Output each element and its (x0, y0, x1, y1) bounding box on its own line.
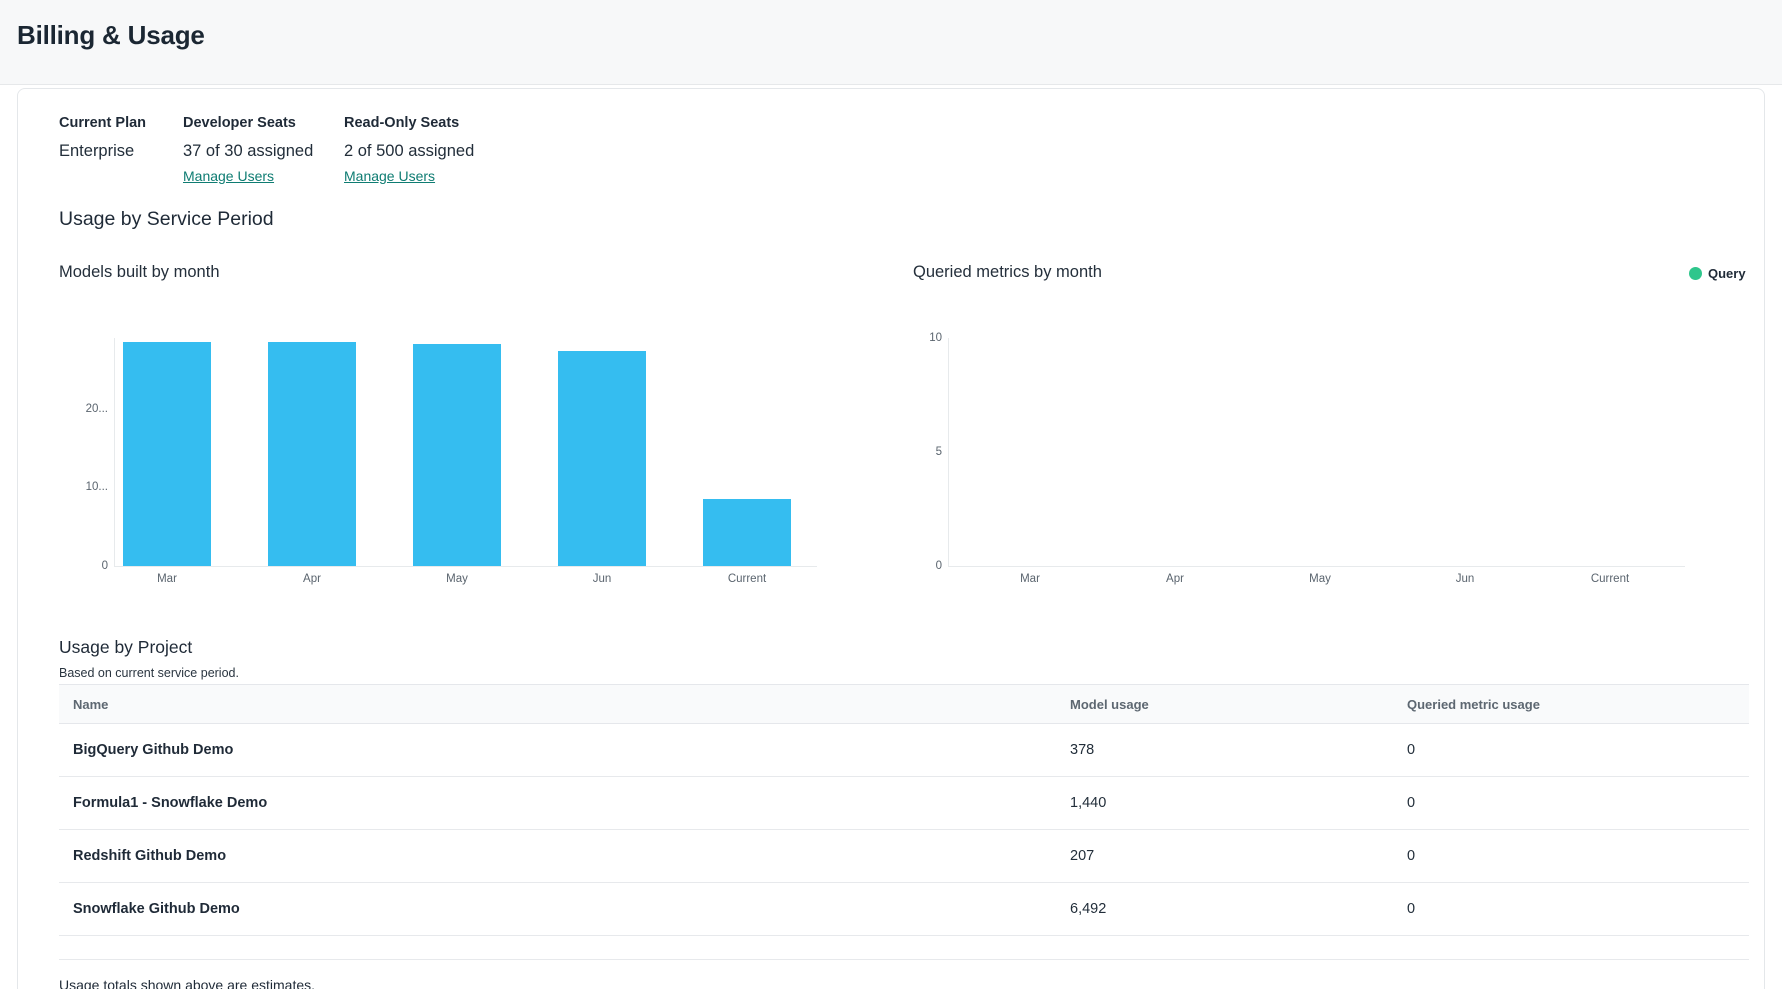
legend-query-label: Query (1708, 266, 1746, 281)
y-axis-tick-label: 10 (896, 330, 942, 346)
queried-metric-usage-value: 0 (1407, 795, 1735, 811)
project-name: Redshift Github Demo (59, 848, 1070, 864)
bar-jun (558, 351, 646, 566)
developer-seats-label: Developer Seats (183, 115, 313, 131)
current-plan-value: Enterprise (59, 142, 146, 161)
read-only-seats-label: Read-Only Seats (344, 115, 474, 131)
usage-by-project-title: Usage by Project (59, 637, 192, 658)
usage-by-project-subtitle: Based on current service period. (59, 666, 239, 680)
table-row: Formula1 - Snowflake Demo 1,440 0 (59, 777, 1749, 830)
page-header: Billing & Usage (0, 0, 1782, 85)
usage-by-project-table: Name Model usage Queried metric usage Bi… (59, 684, 1749, 960)
x-axis-tick-label: May (417, 573, 497, 585)
page-title: Billing & Usage (17, 20, 205, 51)
models-built-chart-title: Models built by month (59, 263, 220, 282)
x-axis-tick-label: Apr (1135, 573, 1215, 585)
project-name: Formula1 - Snowflake Demo (59, 795, 1070, 811)
model-usage-value: 1,440 (1070, 795, 1407, 811)
model-usage-value: 6,492 (1070, 901, 1407, 917)
manage-users-link-readonly[interactable]: Manage Users (344, 168, 435, 184)
model-usage-value: 207 (1070, 848, 1407, 864)
y-axis-tick-label: 0 (62, 558, 108, 574)
read-only-seats-value: 2 of 500 assigned (344, 142, 474, 161)
manage-users-link-developer[interactable]: Manage Users (183, 168, 274, 184)
billing-card: Current Plan Enterprise Developer Seats … (17, 88, 1765, 989)
bar-may (413, 344, 501, 566)
column-header-queried-metric-usage: Queried metric usage (1407, 697, 1735, 712)
project-name: BigQuery Github Demo (59, 742, 1070, 758)
legend-dot-icon (1689, 267, 1702, 280)
queried-metric-usage-value: 0 (1407, 742, 1735, 758)
table-header-row: Name Model usage Queried metric usage (59, 684, 1749, 724)
table-row: Redshift Github Demo 207 0 (59, 830, 1749, 883)
model-usage-value: 378 (1070, 742, 1407, 758)
y-axis-tick-label: 10... (62, 479, 108, 495)
developer-seats-column: Developer Seats 37 of 30 assigned Manage… (183, 115, 313, 186)
x-axis-tick-label: Mar (127, 573, 207, 585)
developer-seats-value: 37 of 30 assigned (183, 142, 313, 161)
bar-mar (123, 342, 211, 566)
y-axis-tick-label: 0 (896, 558, 942, 574)
x-axis-tick-label: Apr (272, 573, 352, 585)
table-row: BigQuery Github Demo 378 0 (59, 724, 1749, 777)
x-axis-tick-label: Jun (562, 573, 642, 585)
queried-metrics-chart-title: Queried metrics by month (913, 263, 1102, 282)
billing-usage-page: Billing & Usage Current Plan Enterprise … (0, 0, 1782, 989)
project-name: Snowflake Github Demo (59, 901, 1070, 917)
queried-metric-usage-value: 0 (1407, 901, 1735, 917)
y-axis-tick-label: 5 (896, 444, 942, 460)
usage-by-service-period-title: Usage by Service Period (59, 208, 274, 231)
queried-metrics-chart: 0510MarAprMayJunCurrent (948, 338, 1685, 567)
current-plan-column: Current Plan Enterprise (59, 115, 146, 161)
column-header-name: Name (59, 697, 1070, 712)
x-axis-tick-label: Current (1570, 573, 1650, 585)
read-only-seats-column: Read-Only Seats 2 of 500 assigned Manage… (344, 115, 474, 186)
usage-estimates-footnote: Usage totals shown above are estimates. (59, 977, 315, 989)
x-axis-tick-label: Mar (990, 573, 1070, 585)
bar-apr (268, 342, 356, 566)
legend-query[interactable]: Query (1689, 266, 1746, 281)
table-footer-spacer (59, 936, 1749, 960)
queried-metric-usage-value: 0 (1407, 848, 1735, 864)
current-plan-label: Current Plan (59, 115, 146, 131)
x-axis-tick-label: Jun (1425, 573, 1505, 585)
x-axis-tick-label: Current (707, 573, 787, 585)
bar-current (703, 499, 791, 566)
column-header-model-usage: Model usage (1070, 697, 1407, 712)
x-axis-tick-label: May (1280, 573, 1360, 585)
y-axis-tick-label: 20... (62, 401, 108, 417)
table-row: Snowflake Github Demo 6,492 0 (59, 883, 1749, 936)
models-built-chart: 010...20...MarAprMayJunCurrent (114, 338, 817, 567)
